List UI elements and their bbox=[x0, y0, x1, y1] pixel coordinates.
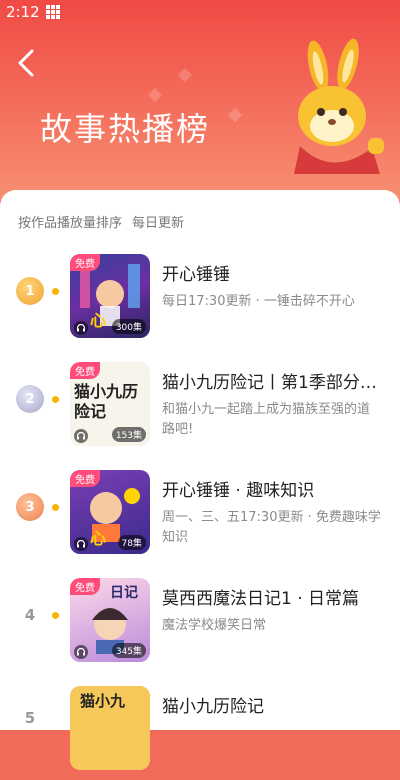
story-title: 开心锤锤 · 趣味知识 bbox=[162, 481, 315, 501]
story-description: 每日17:30更新 · 一锤击碎不开心 bbox=[162, 294, 355, 309]
cover-image: 免费 日记 345集 bbox=[70, 578, 150, 662]
chevron-left-icon bbox=[18, 49, 34, 77]
free-badge: 免费 bbox=[70, 362, 100, 379]
cover-image: 免费 猫小九历险记 153集 bbox=[70, 362, 150, 446]
story-title: 猫小九历险记丨第1季部分… bbox=[162, 373, 377, 393]
rank-number: 1 bbox=[25, 283, 35, 299]
status-bar: 2:12 bbox=[0, 0, 400, 24]
app-grid-icon bbox=[45, 5, 60, 19]
list-item[interactable]: 2 免费 猫小九历险记 153集 猫小九历险记丨第1季部分… 和猫小九一起踏上成… bbox=[0, 356, 400, 456]
decoration-star bbox=[147, 87, 163, 103]
cover-title: 心 bbox=[90, 311, 107, 330]
cover-title: 日记 bbox=[110, 585, 138, 601]
cover-title: 心 bbox=[90, 529, 107, 548]
rank-number: 4 bbox=[24, 606, 36, 624]
story-title: 猫小九历险记 bbox=[162, 697, 264, 717]
list-item[interactable]: 1 免费 心 300集 开心锤锤 每日17:30更新 · 一锤击碎不开心 bbox=[0, 248, 400, 348]
headphone-icon bbox=[74, 537, 88, 551]
cover-image: 免费 心 300集 bbox=[70, 254, 150, 338]
episode-count: 300集 bbox=[111, 319, 146, 334]
sort-description: 按作品播放量排序 bbox=[18, 216, 123, 231]
playing-dot bbox=[52, 504, 59, 511]
list-item[interactable]: 5 猫小九 猫小九历险记 bbox=[0, 680, 400, 780]
rank-number: 2 bbox=[25, 391, 35, 407]
episode-count: 345集 bbox=[111, 643, 146, 658]
headphone-icon bbox=[74, 321, 88, 335]
free-badge: 免费 bbox=[70, 578, 100, 595]
story-description: 魔法学校爆笑日常 bbox=[162, 618, 267, 633]
cover-title: 猫小九 bbox=[80, 692, 126, 710]
episode-count: 153集 bbox=[111, 427, 146, 442]
free-badge: 免费 bbox=[70, 254, 100, 271]
rank-bronze-medal-icon: 3 bbox=[16, 493, 44, 521]
free-badge: 免费 bbox=[70, 470, 100, 487]
cover-image: 猫小九 bbox=[70, 686, 150, 770]
episode-count: 78集 bbox=[117, 535, 146, 550]
headphone-icon bbox=[74, 645, 88, 659]
rank-number: 3 bbox=[25, 499, 35, 515]
playing-dot bbox=[52, 396, 59, 403]
status-time: 2:12 bbox=[6, 3, 40, 21]
cover-title: 猫小九历险记 bbox=[74, 382, 139, 421]
playing-dot bbox=[52, 288, 59, 295]
headphone-icon bbox=[74, 429, 88, 443]
list-item[interactable]: 4 免费 日记 345集 莫西西魔法日记1 · 日常篇 魔法学校爆笑日常 bbox=[0, 572, 400, 672]
story-description: 周一、三、五17:30更新 · 免费趣味学知识 bbox=[162, 510, 381, 545]
playing-dot bbox=[52, 612, 59, 619]
story-title: 莫西西魔法日记1 · 日常篇 bbox=[162, 589, 360, 609]
decoration-star bbox=[227, 107, 243, 123]
ranking-panel: 按作品播放量排序 每日更新 1 免费 心 300集 开心锤锤 每日17:30更新… bbox=[0, 190, 400, 770]
ranking-subtitle: 按作品播放量排序 每日更新 bbox=[18, 212, 184, 231]
cover-image: 免费 心 78集 bbox=[70, 470, 150, 554]
rank-gold-medal-icon: 1 bbox=[16, 277, 44, 305]
story-description: 和猫小九一起踏上成为猫族至强的道路吧! bbox=[162, 402, 371, 437]
header-banner: 故事热播榜 bbox=[0, 0, 400, 200]
list-item[interactable]: 3 免费 心 78集 开心锤锤 · 趣味知识 周一、三、五17:30更新 · 免… bbox=[0, 464, 400, 564]
rabbit-mascot-icon bbox=[294, 38, 384, 174]
page-title: 故事热播榜 bbox=[40, 110, 211, 148]
rank-silver-medal-icon: 2 bbox=[16, 385, 44, 413]
back-button[interactable] bbox=[12, 46, 40, 80]
rank-number: 5 bbox=[24, 709, 36, 727]
update-frequency: 每日更新 bbox=[132, 216, 185, 231]
story-title: 开心锤锤 bbox=[162, 265, 230, 285]
decoration-star bbox=[177, 67, 193, 83]
